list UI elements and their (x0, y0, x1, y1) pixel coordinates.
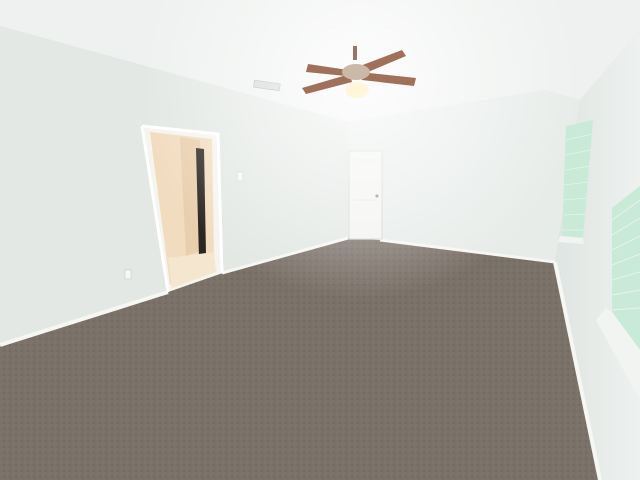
fan-downrod (353, 46, 357, 60)
empty-bedroom-photo (0, 0, 640, 480)
room-illustration (0, 0, 640, 480)
fan-motor (342, 64, 370, 80)
fan-light (345, 82, 369, 98)
